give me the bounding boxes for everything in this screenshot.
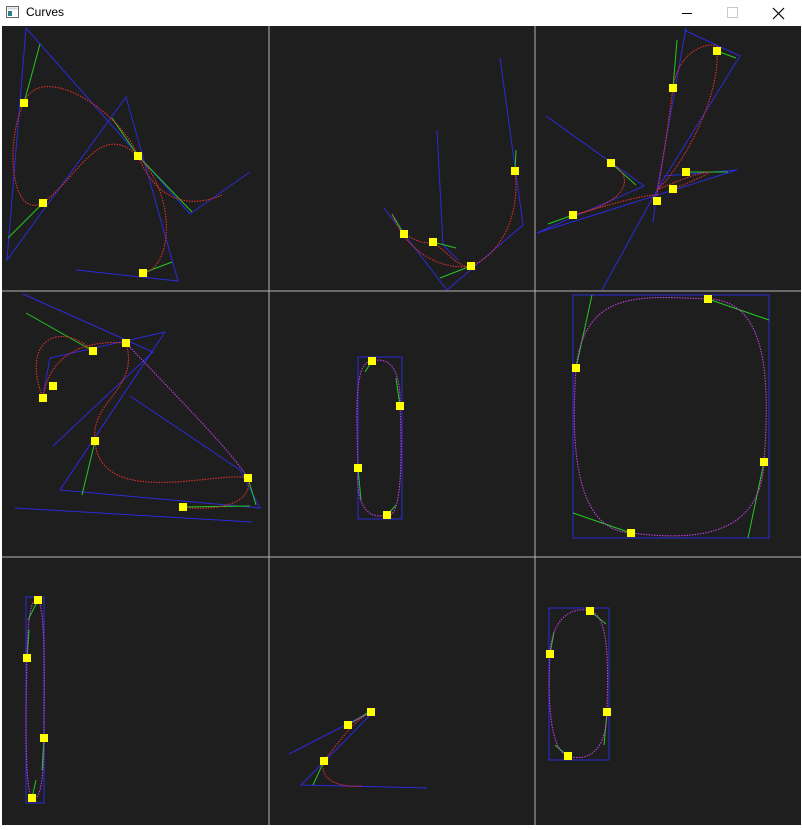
control-point-handle xyxy=(400,230,408,238)
app-icon xyxy=(6,6,19,18)
bounding-box xyxy=(25,596,45,804)
maximize-button[interactable] xyxy=(710,0,756,26)
cell-9 xyxy=(546,607,611,761)
control-point-handle xyxy=(367,708,375,716)
control-point-handle xyxy=(603,708,611,716)
control-point-handle xyxy=(713,47,721,55)
control-point-handle xyxy=(368,357,376,365)
tangent-line xyxy=(572,512,632,534)
control-point-handle xyxy=(704,295,712,303)
window-title: Curves xyxy=(26,5,65,19)
control-point-handle xyxy=(23,654,31,662)
cell-1 xyxy=(6,27,251,282)
control-point-handle xyxy=(179,503,187,511)
control-point-handle xyxy=(682,168,690,176)
spline-curve xyxy=(356,359,402,517)
control-point-handle xyxy=(244,474,252,482)
control-point-handle xyxy=(429,238,437,246)
cell-7 xyxy=(23,596,48,804)
control-polygon xyxy=(656,27,741,191)
curves-canvas[interactable] xyxy=(2,26,801,825)
control-point-handle xyxy=(39,394,47,402)
control-point-handle xyxy=(20,99,28,107)
maximize-icon xyxy=(727,7,738,18)
control-point-handle xyxy=(572,364,580,372)
bezier-curve xyxy=(23,86,223,202)
tangent-line xyxy=(25,312,94,352)
tangent-line xyxy=(111,117,139,157)
control-polygon xyxy=(22,293,154,447)
tangent-line xyxy=(575,294,593,369)
control-point-handle xyxy=(467,262,475,270)
cell-4 xyxy=(14,293,261,523)
tangent-line xyxy=(247,477,257,506)
bounding-box xyxy=(572,294,770,539)
control-point-handle xyxy=(627,529,635,537)
control-point-handle xyxy=(383,511,391,519)
close-button[interactable] xyxy=(756,0,802,26)
cell-5 xyxy=(354,356,404,520)
minimize-button[interactable] xyxy=(664,0,710,26)
bounding-box xyxy=(548,607,610,761)
minimize-icon xyxy=(682,13,692,14)
control-polygon xyxy=(436,129,459,261)
control-point-handle xyxy=(354,464,362,472)
control-point-handle xyxy=(607,159,615,167)
control-point-handle xyxy=(89,347,97,355)
control-point-handle xyxy=(320,757,328,765)
tangent-line xyxy=(137,155,193,213)
title-bar[interactable]: Curves xyxy=(0,0,802,26)
control-point-handle xyxy=(344,721,352,729)
control-point-handle xyxy=(28,794,36,802)
control-polygon xyxy=(42,331,261,509)
cell-2 xyxy=(383,57,524,291)
control-polygon xyxy=(536,115,738,234)
spline-curve xyxy=(548,609,609,759)
spline-curve xyxy=(25,599,45,800)
bezier-curve xyxy=(403,170,517,268)
control-point-handle xyxy=(569,211,577,219)
app-window: Curves xyxy=(0,0,802,827)
cell-3 xyxy=(536,27,741,291)
control-point-handle xyxy=(546,650,554,658)
bounding-box xyxy=(357,356,403,520)
cell-6 xyxy=(572,294,770,539)
control-point-handle xyxy=(653,197,661,205)
tangent-line xyxy=(747,461,765,539)
bezier-curve xyxy=(12,102,167,274)
tangent-line xyxy=(81,440,96,496)
bezier-curve xyxy=(572,162,658,216)
control-point-handle xyxy=(49,382,57,390)
control-point-handle xyxy=(396,402,404,410)
control-point-handle xyxy=(669,185,677,193)
control-point-handle xyxy=(564,752,572,760)
control-polygon xyxy=(25,27,251,215)
tangent-line xyxy=(7,202,44,239)
close-icon xyxy=(772,7,785,20)
control-point-handle xyxy=(586,607,594,615)
control-point-handle xyxy=(122,339,130,347)
control-point-handle xyxy=(34,596,42,604)
control-point-handle xyxy=(139,269,147,277)
canvas[interactable] xyxy=(2,26,801,825)
control-polygon xyxy=(6,27,179,282)
control-polygon xyxy=(14,507,253,523)
control-point-handle xyxy=(40,734,48,742)
control-point-handle xyxy=(39,199,47,207)
tangent-line xyxy=(439,265,472,279)
cell-8 xyxy=(288,708,428,789)
control-point-handle xyxy=(91,437,99,445)
spline-curve xyxy=(573,296,767,537)
control-point-handle xyxy=(134,152,142,160)
control-point-handle xyxy=(760,458,768,466)
tangent-line xyxy=(23,43,41,104)
control-point-handle xyxy=(669,84,677,92)
control-point-handle xyxy=(511,167,519,175)
